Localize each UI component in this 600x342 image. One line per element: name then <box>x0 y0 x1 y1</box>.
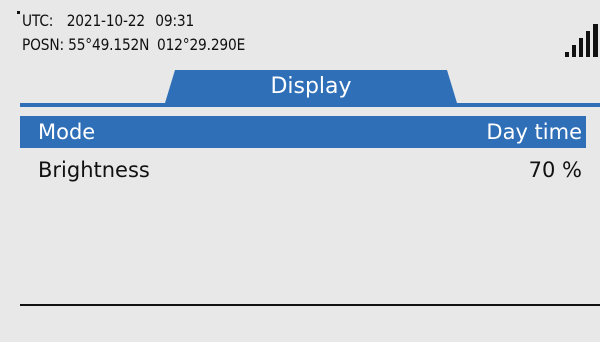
tab-display-label: Display <box>270 74 352 99</box>
utc-date: 2021-10-22 <box>66 11 145 30</box>
tab-display[interactable]: Display <box>165 70 457 103</box>
menu-item-brightness-value: 70 % <box>528 158 582 182</box>
utc-label: UTC: <box>22 11 54 30</box>
menu-item-mode[interactable]: Mode Day time <box>20 116 586 148</box>
signal-strength-icon <box>565 24 598 57</box>
utc-time: 09:31 <box>155 11 195 30</box>
position-readout: POSN: 55°49.152N 012°29.290E <box>22 36 245 54</box>
menu-item-brightness-label: Brightness <box>38 158 150 182</box>
utc-readout: UTC: 2021-10-22 09:31 <box>22 12 194 30</box>
posn-latitude: 55°49.152N <box>68 35 150 54</box>
menu-item-mode-label: Mode <box>38 120 96 144</box>
status-indicator-dot <box>17 11 20 14</box>
tab-underline <box>20 103 600 107</box>
bottom-divider <box>20 304 600 306</box>
menu-item-mode-value: Day time <box>486 120 582 144</box>
menu-item-brightness[interactable]: Brightness 70 % <box>20 154 586 186</box>
posn-longitude: 012°29.290E <box>157 35 246 54</box>
posn-label: POSN: <box>22 35 64 54</box>
